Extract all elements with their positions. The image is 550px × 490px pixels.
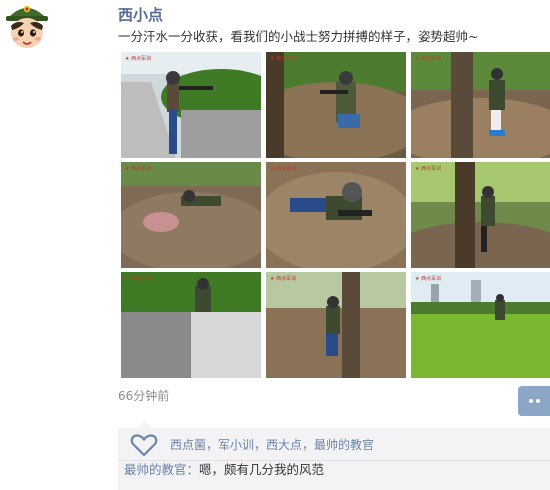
photo-9[interactable]: ★ 西点军训 bbox=[411, 272, 550, 378]
photo-4[interactable]: ★ 西点军训 bbox=[121, 162, 261, 268]
comment-author[interactable]: 最帅的教官： bbox=[124, 462, 199, 477]
photo-8[interactable]: ★ 西点军训 bbox=[266, 272, 406, 378]
svg-text:★ 西点军训: ★ 西点军训 bbox=[415, 165, 441, 172]
comment-text: 嗯，颇有几分我的风范 bbox=[199, 462, 325, 477]
dot-icon bbox=[535, 399, 540, 403]
more-actions-button[interactable] bbox=[518, 386, 550, 416]
svg-text:★ 西点军训: ★ 西点军训 bbox=[415, 275, 441, 282]
username-link[interactable]: 西小点 bbox=[118, 5, 163, 25]
svg-text:★ 西点军训: ★ 西点军训 bbox=[270, 275, 296, 282]
svg-text:★ 西点军训: ★ 西点军训 bbox=[125, 165, 151, 172]
comment-item[interactable]: 最帅的教官：嗯，颇有几分我的风范 bbox=[124, 461, 324, 479]
photo-1[interactable]: ★ 西点军训 bbox=[121, 52, 261, 158]
dot-icon bbox=[528, 399, 533, 403]
post-timestamp: 66分钟前 bbox=[118, 389, 170, 403]
svg-text:★ 西点军训: ★ 西点军训 bbox=[270, 55, 296, 62]
likes-row: 西点菌，军小训，西大点，最帅的教官 bbox=[130, 432, 374, 458]
photo-5[interactable]: ★ 西点军训 bbox=[266, 162, 406, 268]
avatar[interactable] bbox=[2, 0, 52, 52]
photo-grid: ★ 西点军训 ★ 西点军训 ★ 西点军训 ★ 西点军训 ★ 西点军训 ★ 西点军… bbox=[121, 52, 550, 378]
svg-text:★ 西点军训: ★ 西点军训 bbox=[415, 55, 441, 62]
photo-3[interactable]: ★ 西点军训 bbox=[411, 52, 550, 158]
svg-text:★ 西点军训: ★ 西点军训 bbox=[270, 165, 296, 172]
heart-icon bbox=[130, 434, 158, 457]
panel-arrow bbox=[138, 421, 152, 428]
interaction-panel: 西点菌，军小训，西大点，最帅的教官 最帅的教官：嗯，颇有几分我的风范 bbox=[118, 421, 550, 490]
post-text: 一分汗水一分收获，看我们的小战士努力拼搏的样子，姿势超帅~ bbox=[118, 29, 479, 44]
likes-names[interactable]: 西点菌，军小训，西大点，最帅的教官 bbox=[170, 437, 374, 453]
photo-7[interactable]: ★ 西点军训 bbox=[121, 272, 261, 378]
photo-2[interactable]: ★ 西点军训 bbox=[266, 52, 406, 158]
svg-text:★ 西点军训: ★ 西点军训 bbox=[125, 55, 151, 62]
svg-text:★ 西点军训: ★ 西点军训 bbox=[125, 275, 151, 282]
photo-6[interactable]: ★ 西点军训 bbox=[411, 162, 550, 268]
